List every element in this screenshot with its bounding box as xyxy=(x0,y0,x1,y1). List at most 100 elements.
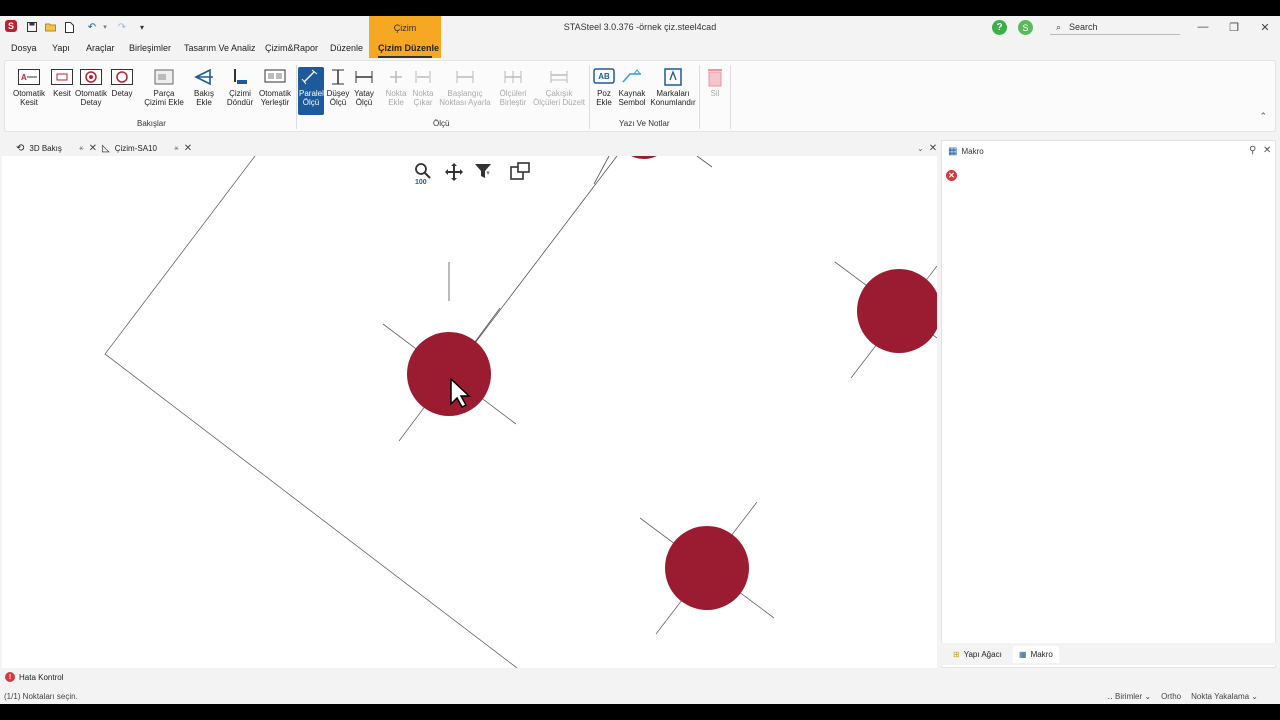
tab-3d-bakis[interactable]: ⟲ 3D Bakış ⚹ ✕ xyxy=(16,140,97,156)
close-all-icon[interactable]: ✕ xyxy=(929,143,937,154)
olculeri-birlestir-label: Ölçüleri Birleştir xyxy=(499,89,527,107)
poz-ekle-label: Poz Ekle xyxy=(596,89,612,107)
otomatik-kesit-label: Otomatik Kesit xyxy=(12,89,45,107)
menu-duzenle[interactable]: Düzenle xyxy=(330,43,363,53)
group-separator xyxy=(730,65,731,129)
save-icon[interactable] xyxy=(26,20,38,34)
zoom-level: 100 xyxy=(415,179,427,186)
kaynak-sembol-button[interactable]: Kaynak Sembol xyxy=(617,67,647,115)
chevron-down-icon: ⌄ xyxy=(917,143,924,153)
paralel-olcu-label: Paralel Ölçü xyxy=(299,89,324,107)
bakis-ekle-button[interactable]: Bakış Ekle xyxy=(189,67,219,115)
svg-text:A: A xyxy=(21,73,27,82)
kesit-button[interactable]: Kesit xyxy=(48,67,76,115)
ribbon-collapse-icon[interactable]: ⌃ xyxy=(1259,111,1267,122)
nokta-ekle-button[interactable]: Nokta Ekle xyxy=(383,67,409,115)
view-layout-icon[interactable] xyxy=(510,162,532,184)
otomatik-detay-button[interactable]: Otomatik Detay xyxy=(73,67,109,115)
close-tab-icon[interactable]: ✕ xyxy=(89,143,97,154)
tab-yapi-agaci[interactable]: ⊞ Yapı Ağacı xyxy=(947,646,1008,663)
bolt-hole[interactable] xyxy=(834,261,937,379)
cizimi-dondur-button[interactable]: Çizimi Döndür xyxy=(225,67,255,115)
auto-detail-icon xyxy=(80,67,102,87)
kesit-label: Kesit xyxy=(53,89,71,98)
baslangic-noktasi-ayarla-label: Başlangıç Noktası Ayarla xyxy=(439,89,491,107)
menu-cizim-duzenle[interactable]: Çizim Düzenle xyxy=(378,43,439,53)
parca-cizimi-ekle-button[interactable]: Parça Çizimi Ekle xyxy=(143,67,185,115)
horizontal-dimension-icon xyxy=(353,67,375,87)
3d-view-icon: ⟲ xyxy=(16,142,25,154)
nokta-cikar-button[interactable]: Nokta Çıkar xyxy=(410,67,436,115)
tab-cizim-sa10[interactable]: ◺ Çizim-SA10 ⚹ ✕ xyxy=(102,140,192,156)
makro-panel: ▦ Makro ⚲ ✕ ✕ xyxy=(941,140,1276,668)
otomatik-kesit-button[interactable]: A Otomatik Kesit xyxy=(7,67,51,115)
pan-icon[interactable] xyxy=(444,162,466,184)
redo-icon[interactable]: ↷ xyxy=(116,20,128,34)
customize-toolbar-icon[interactable]: ▾ xyxy=(137,20,147,34)
maximize-button[interactable]: ❐ xyxy=(1224,19,1244,35)
panel-header: ▦ Makro xyxy=(942,141,1275,161)
yatay-olcu-button[interactable]: Yatay Ölçü xyxy=(352,67,376,115)
user-avatar[interactable]: S xyxy=(1018,20,1033,35)
olculeri-birlestir-button[interactable]: Ölçüleri Birleştir xyxy=(497,67,529,115)
bakis-ekle-label: Bakış Ekle xyxy=(193,89,214,107)
search-input[interactable]: ⌕ Search xyxy=(1050,20,1180,35)
yatay-olcu-label: Yatay Ölçü xyxy=(354,89,374,107)
units-selector[interactable]: ‥ Birimler ⌄ xyxy=(1107,692,1151,701)
baslangic-noktasi-ayarla-button[interactable]: Başlangıç Noktası Ayarla xyxy=(438,67,492,115)
detay-button[interactable]: Detay xyxy=(109,67,135,115)
zoom-icon[interactable]: 100 xyxy=(414,162,436,186)
undo-icon[interactable]: ↶ xyxy=(86,20,98,34)
parallel-dimension-icon xyxy=(300,67,322,87)
otomatik-yerlestir-button[interactable]: Otomatik Yerleştir xyxy=(255,67,295,115)
bolt-hole[interactable] xyxy=(382,323,517,442)
error-icon[interactable]: ✕ xyxy=(946,170,957,181)
pin-icon[interactable]: ⚹ xyxy=(79,143,84,153)
hata-kontrol-tab[interactable]: ! Hata Kontrol xyxy=(5,672,63,682)
tab-list-dropdown[interactable]: ⌄ ✕ xyxy=(917,140,937,156)
parca-cizimi-ekle-label: Parça Çizimi Ekle xyxy=(144,89,184,107)
menu-araclar[interactable]: Araçlar xyxy=(86,43,115,53)
close-tab-icon[interactable]: ✕ xyxy=(184,143,192,154)
add-point-icon xyxy=(385,67,407,87)
menu-cizim-rapor[interactable]: Çizim&Rapor xyxy=(265,43,318,53)
tab-makro[interactable]: ▦ Makro xyxy=(1013,646,1059,663)
sil-button[interactable]: Sil xyxy=(703,67,727,115)
menu-birlesimler[interactable]: Birleşimler xyxy=(129,43,171,53)
context-tab-label: Çizim xyxy=(393,23,417,33)
ortho-toggle[interactable]: Ortho xyxy=(1161,692,1181,701)
close-panel-icon[interactable]: ✕ xyxy=(1263,145,1271,156)
otomatik-detay-label: Otomatik Detay xyxy=(74,89,107,107)
set-origin-icon xyxy=(454,67,476,87)
markalari-konumlandir-label: Markaları Konumlandır xyxy=(650,89,696,107)
new-file-icon[interactable] xyxy=(63,20,75,34)
menu-yapi[interactable]: Yapı xyxy=(52,43,70,53)
markalari-konumlandir-button[interactable]: Markaları Konumlandır xyxy=(649,67,697,115)
pin-icon[interactable]: ⚲ xyxy=(1249,145,1256,156)
cakisik-olculeri-duzelt-button[interactable]: Çakışık Ölçüleri Düzelt xyxy=(532,67,586,115)
olcu-group-label: Ölçü xyxy=(433,119,450,128)
bolt-hole[interactable] xyxy=(639,501,775,635)
dusey-olcu-button[interactable]: Düşey Ölçü xyxy=(326,67,350,115)
search-placeholder: Search xyxy=(1069,22,1098,32)
paralel-olcu-button[interactable]: Paralel Ölçü xyxy=(298,67,324,115)
tab-cizim-sa10-label: Çizim-SA10 xyxy=(114,143,157,153)
minimize-button[interactable]: — xyxy=(1193,19,1213,35)
section-icon xyxy=(51,67,73,87)
undo-dropdown-icon[interactable]: ▾ xyxy=(101,20,109,34)
bolt-hole[interactable] xyxy=(615,156,673,159)
poz-ekle-button[interactable]: AB Poz Ekle xyxy=(591,67,617,115)
drawing-canvas[interactable]: 100 ▾ xyxy=(2,156,937,668)
pin-icon[interactable]: ⚹ xyxy=(174,143,179,153)
tab-3d-bakis-label: 3D Bakış xyxy=(29,143,62,153)
menu-tasarim-ve-analiz[interactable]: Tasarım Ve Analiz xyxy=(184,43,256,53)
close-button[interactable]: ✕ xyxy=(1255,19,1275,35)
drawing-svg xyxy=(104,156,937,668)
filter-icon[interactable]: ▾ xyxy=(474,162,502,184)
kaynak-sembol-label: Kaynak Sembol xyxy=(618,89,646,107)
help-icon[interactable]: ? xyxy=(992,20,1007,35)
menu-dosya[interactable]: Dosya xyxy=(11,43,37,53)
snap-selector[interactable]: Nokta Yakalama ⌄ xyxy=(1191,692,1258,701)
open-folder-icon[interactable] xyxy=(44,20,56,34)
trash-icon xyxy=(704,67,726,87)
